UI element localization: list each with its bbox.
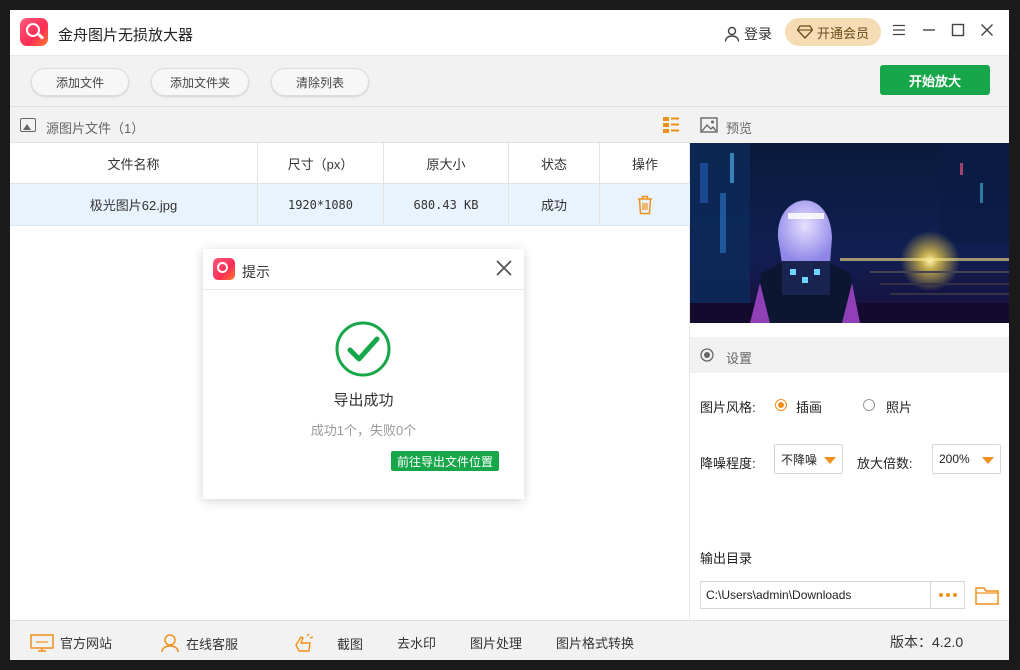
customer-service-icon: [161, 634, 179, 653]
login-button[interactable]: 登录: [724, 24, 772, 44]
add-folder-button[interactable]: 添加文件夹: [151, 68, 249, 96]
file-size-cell: 680.43 KB: [384, 184, 509, 225]
browse-more-button[interactable]: [931, 581, 965, 609]
scale-value: 200%: [939, 452, 970, 466]
dialog-message: 导出成功: [333, 392, 394, 409]
table-row[interactable]: 极光图片62.jpg 1920*1080 680.43 KB 成功: [10, 184, 690, 226]
dialog-detail: 成功1个，失败0个: [310, 423, 417, 438]
style-radio-illustration[interactable]: [775, 399, 787, 411]
support-link[interactable]: 在线客服: [160, 633, 238, 653]
support-label: 在线客服: [186, 636, 239, 652]
screenshot-link[interactable]: 截图: [293, 633, 363, 653]
style-option-photo[interactable]: 照片: [886, 397, 912, 416]
login-label: 登录: [744, 26, 772, 42]
close-button[interactable]: [978, 23, 996, 41]
watermark-label: 去水印: [397, 636, 437, 651]
chevron-down-icon: [824, 457, 836, 464]
format-convert-link[interactable]: 图片格式转换: [556, 633, 634, 652]
start-enlarge-button[interactable]: 开始放大: [880, 65, 990, 95]
trash-icon[interactable]: [637, 195, 653, 215]
scale-label: 放大倍数:: [857, 456, 913, 471]
scale-select[interactable]: 200%: [932, 444, 1001, 474]
preview-image: [690, 143, 1009, 323]
image-process-label: 图片处理: [470, 636, 523, 651]
status-bar: 官方网站 在线客服 截图 去水印 图片处理 图片格式转换 版本：4.2.0: [10, 620, 1009, 660]
toolbar: 添加文件 添加文件夹 清除列表 开始放大: [10, 56, 1009, 107]
image-icon: [20, 118, 36, 132]
denoise-label: 降噪程度:: [700, 456, 756, 471]
source-title: 源图片文件（1）: [46, 121, 145, 136]
dialog-title: 提示: [242, 264, 270, 280]
check-circle-icon: [335, 321, 391, 377]
clear-list-button[interactable]: 清除列表: [271, 68, 369, 96]
version-label: 版本：4.2.0: [890, 634, 964, 650]
chevron-down-icon: [982, 457, 994, 464]
add-file-button[interactable]: 添加文件: [31, 68, 129, 96]
screenshot-label: 截图: [337, 636, 364, 652]
monitor-icon: [30, 633, 54, 652]
title-bar: 金舟图片无损放大器 登录 开通会员: [10, 10, 1009, 56]
output-dir-label: 输出目录: [700, 551, 753, 566]
vip-label: 开通会员: [816, 25, 869, 41]
minimize-button[interactable]: [920, 23, 938, 41]
export-success-dialog: 提示 导出成功 成功1个，失败0个 前往导出文件位置: [203, 249, 524, 499]
website-label: 官方网站: [60, 636, 113, 651]
style-option-illustration[interactable]: 插画: [796, 397, 822, 416]
diamond-icon: [796, 25, 813, 39]
app-title: 金舟图片无损放大器: [58, 27, 194, 44]
file-dimension-cell: 1920*1080: [258, 184, 384, 225]
style-label: 图片风格:: [700, 400, 756, 415]
preview-title: 预览: [726, 121, 753, 136]
settings-area: 图片风格: 插画 照片 降噪程度: 不降噪 放大倍数: 200% 输出目录 C:…: [690, 359, 1009, 620]
denoise-value: 不降噪: [781, 452, 818, 467]
col-header-size[interactable]: 尺寸（px）: [258, 143, 384, 183]
file-table: 文件名称 尺寸（px） 原大小 状态 操作 极光图片62.jpg 1920*10…: [10, 143, 690, 226]
source-header: 源图片文件（1）: [10, 107, 690, 143]
right-panel: 预览 设置 图片风格: 插画 照片 降噪程度: 不降噪 放大倍数: 200% 输…: [690, 107, 1009, 620]
table-header: 文件名称 尺寸（px） 原大小 状态 操作: [10, 143, 690, 184]
dialog-close-icon[interactable]: [492, 256, 516, 280]
preview-image-icon: [700, 117, 718, 133]
dialog-logo-icon: [213, 258, 235, 280]
user-icon: [724, 26, 740, 42]
menu-icon[interactable]: [890, 23, 908, 41]
file-action-cell: [600, 184, 690, 225]
col-header-name[interactable]: 文件名称: [10, 143, 258, 183]
file-name-cell: 极光图片62.jpg: [10, 184, 258, 225]
col-header-action[interactable]: 操作: [600, 143, 690, 183]
dialog-header: 提示: [203, 249, 524, 290]
hand-icon: [295, 633, 314, 652]
output-path-input[interactable]: C:\Users\admin\Downloads: [700, 581, 931, 609]
denoise-select[interactable]: 不降噪: [774, 444, 843, 474]
maximize-button[interactable]: [949, 23, 967, 41]
format-convert-label: 图片格式转换: [556, 636, 635, 651]
folder-icon[interactable]: [975, 585, 999, 605]
app-window: 金舟图片无损放大器 登录 开通会员 添加文件 添加文件夹 清除列表 开始放大 源…: [10, 10, 1009, 660]
list-view-icon[interactable]: [663, 117, 679, 133]
vip-button[interactable]: 开通会员: [785, 18, 881, 46]
watermark-link[interactable]: 去水印: [397, 633, 436, 652]
col-header-status[interactable]: 状态: [509, 143, 600, 183]
style-radio-photo[interactable]: [863, 399, 875, 411]
app-logo-icon: [20, 18, 48, 46]
preview-header: 预览: [690, 107, 1009, 143]
goto-export-location-button[interactable]: 前往导出文件位置: [391, 451, 499, 471]
col-header-orig-size[interactable]: 原大小: [384, 143, 509, 183]
file-status-cell: 成功: [509, 184, 600, 225]
image-process-link[interactable]: 图片处理: [470, 633, 522, 652]
website-link[interactable]: 官方网站: [30, 633, 112, 652]
